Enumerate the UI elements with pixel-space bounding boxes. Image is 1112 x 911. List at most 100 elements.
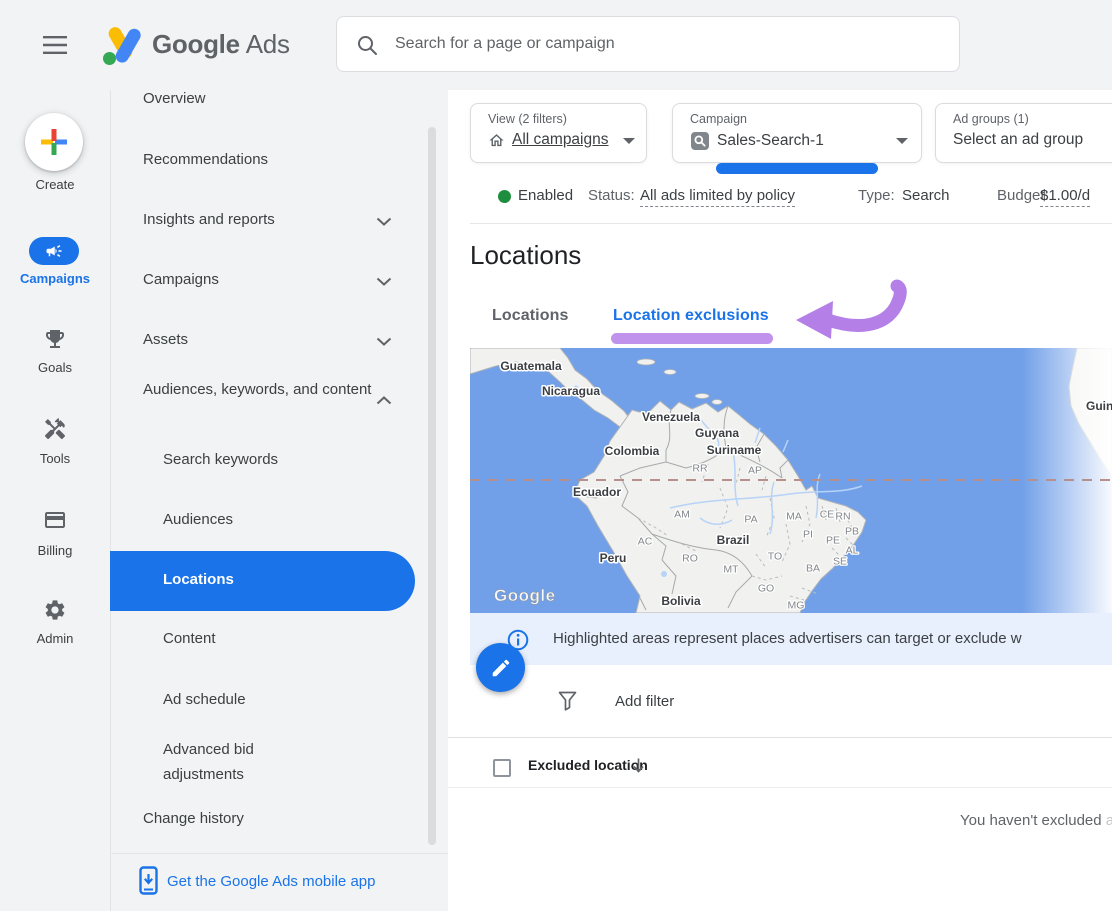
- svg-text:MT: MT: [723, 564, 739, 576]
- svg-text:MG: MG: [788, 600, 805, 612]
- nav-subitem-locations-label: Locations: [163, 571, 234, 588]
- google-ads-logo-icon: [100, 25, 146, 67]
- svg-text:PA: PA: [744, 514, 757, 526]
- empty-state-text: You haven't excluded an: [960, 812, 1112, 829]
- rail-nav-divider: [110, 90, 111, 911]
- multicolor-plus-icon: [41, 129, 67, 155]
- mobile-phone-download-icon: [139, 866, 159, 895]
- add-filter-button[interactable]: Add filter: [615, 693, 674, 710]
- svg-text:TO: TO: [768, 551, 782, 563]
- type-value: Search: [902, 187, 950, 204]
- svg-text:AL: AL: [846, 545, 859, 557]
- brand-ads: Ads: [246, 29, 290, 59]
- select-all-checkbox[interactable]: [493, 759, 511, 777]
- view-filter-value[interactable]: All campaigns: [512, 131, 609, 149]
- tools-label[interactable]: Tools: [0, 451, 110, 466]
- svg-text:Nicaragua: Nicaragua: [542, 384, 600, 398]
- svg-text:BA: BA: [806, 563, 820, 575]
- svg-text:MA: MA: [786, 511, 802, 523]
- pencil-edit-icon: [490, 657, 512, 679]
- purple-highlight-marker: [611, 333, 773, 344]
- nav-item-recommendations[interactable]: Recommendations: [143, 151, 268, 168]
- svg-text:RO: RO: [682, 553, 698, 565]
- nav-subitem-audiences[interactable]: Audiences: [163, 511, 233, 528]
- nav-subitem-locations-active[interactable]: Locations: [110, 551, 415, 611]
- budget-value[interactable]: $1.00/d: [1040, 187, 1090, 204]
- svg-text:RN: RN: [835, 511, 850, 523]
- nav-subitem-advanced-bid-adjustments[interactable]: Advanced bid adjustments: [163, 737, 308, 787]
- campaign-search-icon: [690, 131, 710, 151]
- tab-location-exclusions[interactable]: Location exclusions: [613, 307, 769, 325]
- view-filter-label: View (2 filters): [488, 112, 567, 126]
- dropdown-caret-icon: [896, 138, 908, 144]
- svg-text:GO: GO: [758, 583, 774, 595]
- campaign-selector-value[interactable]: Sales-Search-1: [717, 132, 824, 150]
- tab-locations[interactable]: Locations: [492, 307, 568, 325]
- edit-exclusions-fab[interactable]: [476, 643, 525, 692]
- nav-subitem-search-keywords[interactable]: Search keywords: [163, 451, 278, 468]
- nav-item-campaigns[interactable]: Campaigns: [143, 271, 219, 288]
- column-header-excluded-location[interactable]: Excluded location: [528, 757, 648, 773]
- svg-text:Brazil: Brazil: [717, 533, 750, 547]
- svg-text:Ecuador: Ecuador: [573, 485, 621, 499]
- ad-groups-selector-card[interactable]: Ad groups (1) Select an ad group: [935, 103, 1112, 163]
- admin-label[interactable]: Admin: [0, 631, 110, 646]
- billing-label[interactable]: Billing: [0, 543, 110, 558]
- svg-text:Venezuela: Venezuela: [642, 410, 700, 424]
- svg-text:Guyana: Guyana: [695, 426, 739, 440]
- goals-label[interactable]: Goals: [0, 360, 110, 375]
- google-watermark: Google: [494, 586, 556, 605]
- nav-footer-divider: [110, 853, 448, 854]
- campaign-selector-label: Campaign: [690, 112, 747, 126]
- hamburger-menu-icon[interactable]: [42, 35, 68, 55]
- global-search[interactable]: [336, 16, 960, 72]
- lake: [661, 571, 667, 577]
- svg-text:PB: PB: [845, 526, 859, 538]
- dropdown-caret-icon: [623, 138, 635, 144]
- search-icon: [356, 34, 378, 56]
- info-banner-text: Highlighted areas represent places adver…: [553, 630, 1022, 647]
- filter-funnel-icon[interactable]: [558, 691, 577, 712]
- nav-item-overview[interactable]: Overview: [143, 90, 206, 107]
- empty-state-faded: an: [1102, 812, 1112, 829]
- trophy-icon[interactable]: [43, 327, 67, 351]
- nav-item-change-history[interactable]: Change history: [143, 810, 244, 827]
- svg-text:Guatemala: Guatemala: [500, 359, 562, 373]
- svg-text:Suriname: Suriname: [707, 443, 762, 457]
- svg-text:PI: PI: [803, 529, 813, 541]
- view-filter-card[interactable]: View (2 filters) All campaigns: [470, 103, 647, 163]
- purple-arrow-annotation: [786, 278, 921, 346]
- rail-item-campaigns[interactable]: [29, 237, 79, 265]
- svg-text:Bolivia: Bolivia: [661, 594, 701, 608]
- table-top-divider: [448, 737, 1112, 738]
- svg-text:SE: SE: [833, 556, 847, 568]
- sort-descending-icon[interactable]: [632, 757, 645, 774]
- svg-text:PE: PE: [826, 535, 840, 547]
- status-value[interactable]: All ads limited by policy: [640, 187, 795, 204]
- svg-text:Colombia: Colombia: [605, 444, 660, 458]
- chevron-down-icon: [376, 337, 392, 346]
- mobile-app-link[interactable]: Get the Google Ads mobile app: [167, 873, 375, 890]
- chevron-up-icon: [376, 396, 392, 405]
- page-title: Locations: [470, 240, 581, 271]
- status-label: Status:: [588, 187, 635, 204]
- nav-item-audiences-keywords-content[interactable]: Audiences, keywords, and content: [143, 377, 378, 402]
- nav-item-assets[interactable]: Assets: [143, 331, 188, 348]
- google-ads-app: GoogleAds Create Campaigns Goals Tools B…: [0, 0, 1112, 911]
- create-button[interactable]: [25, 113, 83, 171]
- billing-card-icon[interactable]: [43, 508, 67, 532]
- campaign-selector-card[interactable]: Campaign Sales-Search-1: [672, 103, 922, 163]
- campaign-scope-indicator: [716, 163, 878, 174]
- nav-subitem-ad-schedule[interactable]: Ad schedule: [163, 691, 246, 708]
- targeting-map[interactable]: Guatemala Nicaragua Venezuela Guyana Colombi…: [470, 348, 1112, 613]
- ad-groups-value[interactable]: Select an ad group: [953, 131, 1083, 149]
- search-input[interactable]: [393, 34, 917, 54]
- megaphone-icon: [45, 242, 63, 260]
- nav-subitem-content[interactable]: Content: [163, 630, 216, 647]
- nav-item-insights[interactable]: Insights and reports: [143, 211, 275, 228]
- svg-text:AM: AM: [674, 509, 690, 521]
- svg-text:RR: RR: [692, 463, 708, 475]
- admin-gear-icon[interactable]: [43, 598, 67, 622]
- tools-icon[interactable]: [43, 417, 67, 441]
- nav-scrollbar[interactable]: [428, 127, 436, 845]
